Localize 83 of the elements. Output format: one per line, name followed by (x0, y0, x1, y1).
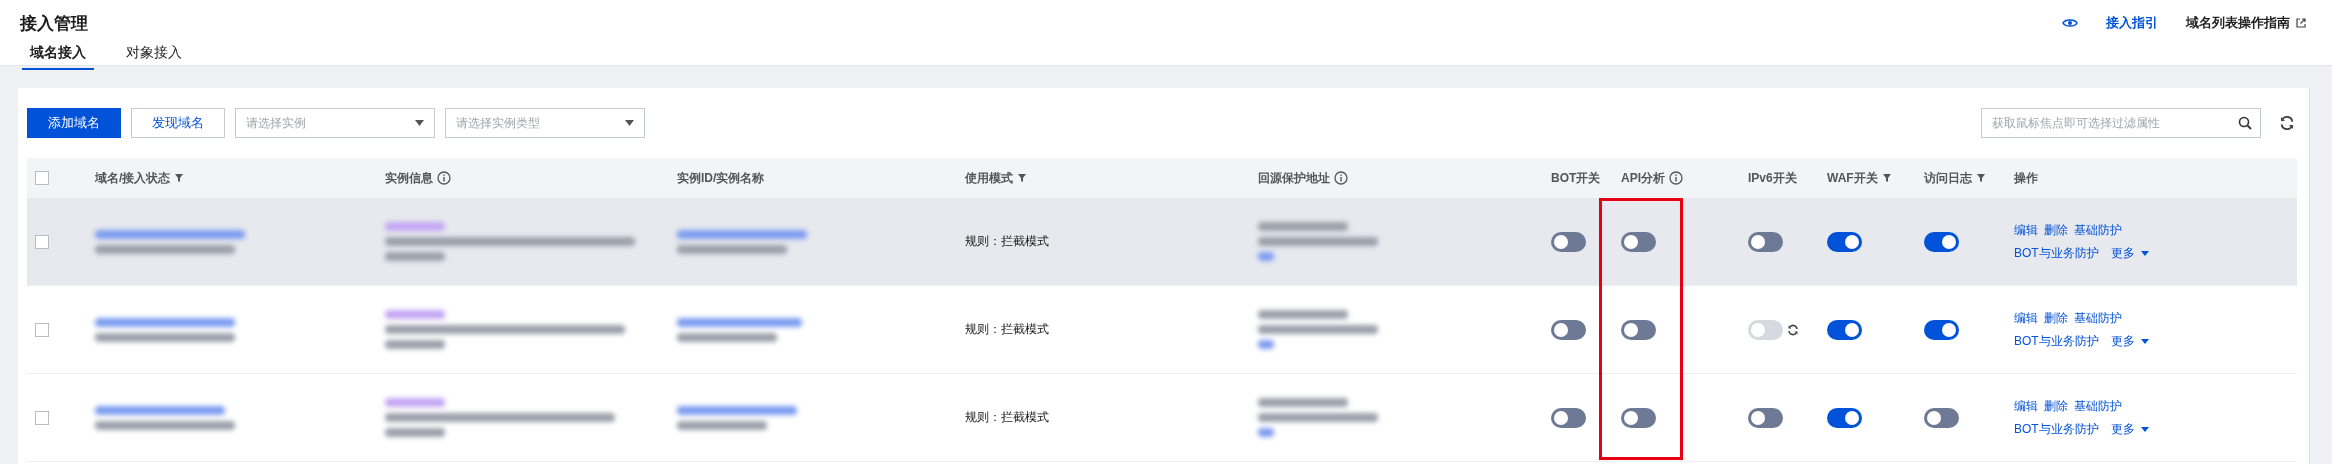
redacted-text (385, 398, 445, 407)
more-link[interactable]: 更多 (2110, 244, 2135, 262)
action-link[interactable]: 编辑 (2014, 309, 2038, 327)
action-link[interactable]: BOT与业务防护 (2014, 420, 2099, 438)
mode-text: 规则：拦截模式 (965, 409, 1049, 426)
caret-icon (2140, 250, 2149, 256)
action-link[interactable]: 编辑 (2014, 221, 2038, 239)
mode-text: 规则：拦截模式 (965, 321, 1049, 338)
toggle-switch[interactable] (1924, 407, 1959, 428)
toggle-switch[interactable] (1827, 407, 1862, 428)
checkbox[interactable] (35, 171, 49, 185)
guide-link[interactable]: 接入指引 (2106, 14, 2158, 32)
toggle-switch[interactable] (1748, 407, 1783, 428)
redacted-text (1258, 428, 1274, 437)
refresh-icon[interactable] (2279, 115, 2295, 131)
toggle-switch[interactable] (1621, 319, 1656, 340)
action-link[interactable]: 基础防护 (2074, 221, 2122, 239)
toggle-switch[interactable] (1551, 319, 1586, 340)
action-link[interactable]: 基础防护 (2074, 397, 2122, 415)
guide-link[interactable]: 域名列表操作指南 (2186, 14, 2290, 32)
action-link[interactable]: BOT与业务防护 (2014, 332, 2099, 350)
caret-icon (625, 120, 634, 126)
redacted-text (385, 222, 445, 231)
toggle-switch[interactable] (1827, 231, 1862, 252)
column-header: 访问日志 (1924, 169, 1972, 187)
column-header: 实例ID/实例名称 (677, 169, 765, 187)
refresh-icon (1787, 323, 1799, 336)
table-row[interactable]: 规则：拦截模式 编辑 删除 基础防护 BOT与业务防护 更多 (27, 374, 2297, 462)
mode-text: 规则：拦截模式 (965, 233, 1049, 250)
checkbox[interactable] (35, 234, 49, 249)
action-link[interactable]: 删除 (2044, 397, 2068, 415)
discover-button[interactable]: 发现域名 (131, 108, 225, 138)
more-link[interactable]: 更多 (2110, 332, 2135, 350)
caret-icon (415, 120, 424, 126)
more-link[interactable]: 更多 (2110, 420, 2135, 438)
caret-icon (2140, 426, 2149, 432)
redacted-text (1258, 252, 1274, 261)
toggle-switch[interactable] (1621, 231, 1656, 252)
tab[interactable]: 对象接入 (118, 40, 190, 70)
toggle-switch[interactable] (1748, 231, 1783, 252)
search-icon (2238, 116, 2252, 130)
add-button[interactable]: 添加域名 (27, 108, 121, 138)
action-link[interactable]: 删除 (2044, 309, 2068, 327)
checkbox[interactable] (35, 410, 49, 425)
redacted-text (385, 310, 445, 319)
action-link[interactable]: 基础防护 (2074, 309, 2122, 327)
column-header: 使用模式 (965, 169, 1013, 187)
action-link[interactable]: 删除 (2044, 221, 2068, 239)
column-header: WAF开关 (1827, 169, 1878, 187)
eye-icon (2062, 17, 2078, 29)
redacted-text (385, 252, 445, 261)
page-title: 接入管理 (20, 13, 88, 35)
info-icon (1669, 171, 1683, 185)
column-header: 实例信息 (385, 169, 433, 187)
filter-icon[interactable] (1017, 173, 1027, 183)
caret-icon (2140, 338, 2149, 344)
info-icon (1334, 171, 1348, 185)
external-link-icon (2296, 18, 2306, 28)
column-header: BOT开关 (1551, 169, 1601, 187)
action-link[interactable]: 编辑 (2014, 397, 2038, 415)
table-row[interactable]: 规则：拦截模式 编辑 删除 基础防护 BOT与业务防护 更多 (27, 198, 2297, 286)
redacted-text (385, 428, 445, 437)
toggle-switch[interactable] (1551, 231, 1586, 252)
filter-icon[interactable] (1881, 173, 1892, 183)
column-header: API分析 (1621, 169, 1665, 187)
column-header: 域名/接入状态 (95, 169, 171, 187)
info-icon (437, 171, 451, 185)
toggle-switch[interactable] (1924, 231, 1959, 252)
table-row[interactable]: 规则：拦截模式 编辑 删除 基础防护 BOT与业务防护 更多 (27, 286, 2297, 374)
filter-icon[interactable] (174, 173, 185, 183)
redacted-text (385, 340, 445, 349)
filter-icon[interactable] (1976, 173, 1986, 183)
checkbox[interactable] (35, 322, 49, 337)
tab[interactable]: 域名接入 (22, 40, 94, 70)
toggle-switch[interactable] (1924, 319, 1959, 340)
toggle-switch[interactable] (1551, 407, 1586, 428)
column-header: IPv6开关 (1748, 169, 1797, 187)
column-header: 回源保护地址 (1258, 169, 1330, 187)
toggle-switch[interactable] (1621, 407, 1656, 428)
redacted-text (1258, 340, 1274, 349)
action-link[interactable]: BOT与业务防护 (2014, 244, 2099, 262)
column-header: 操作 (2014, 169, 2038, 187)
toggle-switch[interactable] (1827, 319, 1862, 340)
